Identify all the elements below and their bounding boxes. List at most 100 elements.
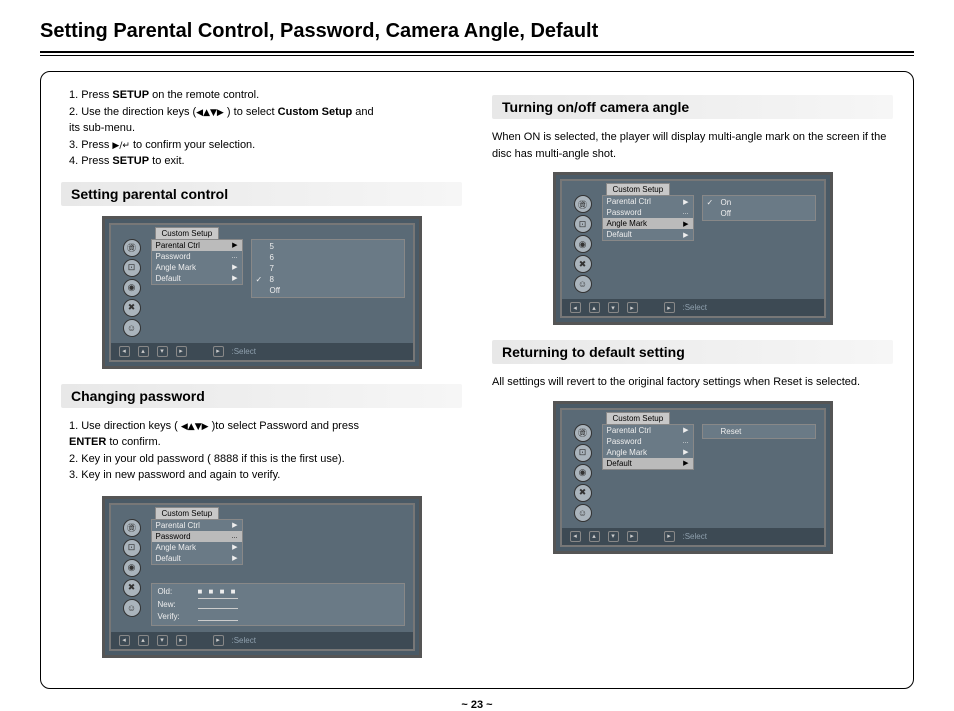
value-off[interactable]: Off <box>256 285 400 296</box>
content-frame: 1. Press SETUP on the remote control. 2.… <box>40 71 914 689</box>
key-down-icon: ▾ <box>157 635 168 646</box>
menu-default[interactable]: Default▶ <box>152 273 242 284</box>
verify-pw-field[interactable] <box>198 613 238 621</box>
page-title: Setting Parental Control, Password, Came… <box>40 20 914 43</box>
misc-icon: ☺ <box>123 319 141 337</box>
page-number: ~ 23 ~ <box>40 699 914 711</box>
osd-menu: Parental Ctrl▶ Password... Angle Mark▶ D… <box>151 519 243 565</box>
lang-icon: ㊮ <box>574 195 592 213</box>
key-play-icon: ▸ <box>213 635 224 646</box>
menu-angle[interactable]: Angle Mark▶ <box>152 542 242 553</box>
audio-icon: ◉ <box>574 235 592 253</box>
misc-icon: ☺ <box>574 275 592 293</box>
value-off[interactable]: Off <box>707 208 811 219</box>
key-right-icon: ▸ <box>627 302 638 313</box>
osd-values: ✓On Off <box>702 195 816 221</box>
osd-icon-col: ㊮ ⊡ ◉ ✖ ☺ <box>570 424 596 522</box>
menu-parental[interactable]: Parental Ctrl▶ <box>603 425 693 436</box>
setup-icon: ✖ <box>123 299 141 317</box>
audio-icon: ◉ <box>123 559 141 577</box>
audio-icon: ◉ <box>123 279 141 297</box>
new-pw-field[interactable] <box>198 601 238 609</box>
setup-icon: ✖ <box>574 484 592 502</box>
osd-menu: Parental Ctrl▶ Password... Angle Mark▶ D… <box>602 424 694 470</box>
menu-angle[interactable]: Angle Mark▶ <box>603 447 693 458</box>
key-left-icon: ◂ <box>570 302 581 313</box>
key-play-icon: ▸ <box>213 346 224 357</box>
setup-icon: ✖ <box>574 255 592 273</box>
osd-angle: Custom Setup ㊮ ⊡ ◉ ✖ ☺ Parental Ctrl▶ <box>553 172 833 325</box>
osd-footer: ◂ ▴ ▾ ▸ ▸ :Select <box>562 528 824 545</box>
menu-parental[interactable]: Parental Ctrl▶ <box>152 520 242 531</box>
osd-password: Custom Setup ㊮ ⊡ ◉ ✖ ☺ Parental Ctrl▶ <box>102 496 422 658</box>
value-5[interactable]: 5 <box>256 241 400 252</box>
setup-icon: ✖ <box>123 579 141 597</box>
key-up-icon: ▴ <box>138 635 149 646</box>
angle-text: When ON is selected, the player will dis… <box>492 129 893 162</box>
section-password: Changing password <box>61 384 462 408</box>
menu-default[interactable]: Default▶ <box>152 553 242 564</box>
video-icon: ⊡ <box>574 444 592 462</box>
osd-footer: ◂ ▴ ▾ ▸ ▸ :Select <box>562 299 824 316</box>
key-left-icon: ◂ <box>570 531 581 542</box>
key-up-icon: ▴ <box>138 346 149 357</box>
osd-icon-col: ㊮ ⊡ ◉ ✖ ☺ <box>119 239 145 337</box>
osd-tab: Custom Setup <box>606 412 671 425</box>
osd-default: Custom Setup ㊮ ⊡ ◉ ✖ ☺ Parental Ctrl▶ <box>553 401 833 554</box>
osd-icon-col: ㊮ ⊡ ◉ ✖ ☺ <box>119 519 145 626</box>
menu-angle[interactable]: Angle Mark▶ <box>152 262 242 273</box>
video-icon: ⊡ <box>574 215 592 233</box>
value-7[interactable]: 7 <box>256 263 400 274</box>
value-reset[interactable]: Reset <box>707 426 811 437</box>
osd-values: Reset <box>702 424 816 439</box>
key-right-icon: ▸ <box>176 635 187 646</box>
key-right-icon: ▸ <box>627 531 638 542</box>
lang-icon: ㊮ <box>123 239 141 257</box>
video-icon: ⊡ <box>123 259 141 277</box>
password-steps: 1. Use direction keys ( ◀▲▼▶ )to select … <box>69 418 462 484</box>
menu-default[interactable]: Default▶ <box>603 458 693 469</box>
key-left-icon: ◂ <box>119 635 130 646</box>
osd-menu: Parental Ctrl▶ Password... Angle Mark▶ D… <box>151 239 243 285</box>
section-default: Returning to default setting <box>492 340 893 364</box>
lang-icon: ㊮ <box>574 424 592 442</box>
arrows-icon: ◀▲▼▶ <box>196 108 224 118</box>
osd-tab: Custom Setup <box>155 227 220 240</box>
key-right-icon: ▸ <box>176 346 187 357</box>
right-column: Turning on/off camera angle When ON is s… <box>492 87 893 673</box>
password-entry: Old:■ ■ ■ ■ New: Verify: <box>151 583 405 626</box>
menu-default[interactable]: Default▶ <box>603 229 693 240</box>
old-pw-field[interactable]: ■ ■ ■ ■ <box>198 586 238 599</box>
osd-footer: ◂ ▴ ▾ ▸ ▸ :Select <box>111 343 413 360</box>
menu-parental[interactable]: Parental Ctrl▶ <box>152 240 242 251</box>
menu-password[interactable]: Password... <box>152 251 242 262</box>
default-text: All settings will revert to the original… <box>492 374 893 391</box>
osd-tab: Custom Setup <box>155 507 220 520</box>
menu-parental[interactable]: Parental Ctrl▶ <box>603 196 693 207</box>
value-8[interactable]: ✓8 <box>256 274 400 285</box>
menu-password[interactable]: Password... <box>603 436 693 447</box>
key-up-icon: ▴ <box>589 531 600 542</box>
osd-tab: Custom Setup <box>606 183 671 196</box>
title-rule <box>40 51 914 56</box>
intro-steps: 1. Press SETUP on the remote control. 2.… <box>69 87 462 170</box>
value-6[interactable]: 6 <box>256 252 400 263</box>
osd-parental: Custom Setup ㊮ ⊡ ◉ ✖ ☺ Parental Ctrl▶ <box>102 216 422 369</box>
key-play-icon: ▸ <box>664 531 675 542</box>
key-play-icon: ▸ <box>664 302 675 313</box>
menu-password[interactable]: Password... <box>603 207 693 218</box>
key-down-icon: ▾ <box>157 346 168 357</box>
osd-values: 5 6 7 ✓8 Off <box>251 239 405 299</box>
left-column: 1. Press SETUP on the remote control. 2.… <box>61 87 462 673</box>
menu-angle[interactable]: Angle Mark▶ <box>603 218 693 229</box>
section-angle: Turning on/off camera angle <box>492 95 893 119</box>
lang-icon: ㊮ <box>123 519 141 537</box>
osd-footer: ◂ ▴ ▾ ▸ ▸ :Select <box>111 632 413 649</box>
enter-icon: ▶/↵ <box>112 141 130 151</box>
menu-password[interactable]: Password... <box>152 531 242 542</box>
value-on[interactable]: ✓On <box>707 197 811 208</box>
arrows-icon: ◀▲▼▶ <box>181 422 209 432</box>
misc-icon: ☺ <box>574 504 592 522</box>
audio-icon: ◉ <box>574 464 592 482</box>
section-parental: Setting parental control <box>61 182 462 206</box>
